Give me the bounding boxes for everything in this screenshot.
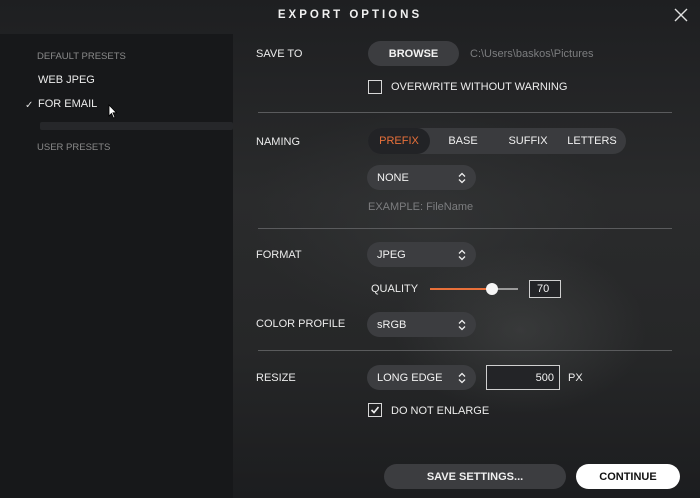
mouse-cursor-icon (108, 104, 118, 122)
browse-button[interactable]: BROWSE (368, 41, 459, 66)
resize-label: RESIZE (256, 372, 296, 384)
updown-chevron-icon (458, 372, 466, 383)
divider (258, 228, 672, 229)
save-settings-button[interactable]: SAVE SETTINGS... (384, 464, 566, 489)
naming-segmented-control: PREFIX BASE SUFFIX LETTERS (368, 128, 626, 154)
quality-label: QUALITY (371, 283, 419, 295)
continue-button[interactable]: CONTINUE (576, 464, 680, 489)
tab-suffix[interactable]: SUFFIX (496, 128, 560, 154)
overwrite-checkbox[interactable] (368, 80, 382, 94)
quality-slider-thumb[interactable] (485, 283, 498, 295)
tab-prefix[interactable]: PREFIX (368, 128, 430, 154)
naming-select[interactable]: NONE (367, 165, 476, 190)
updown-chevron-icon (458, 319, 466, 330)
resize-mode-value: LONG EDGE (377, 371, 443, 384)
do-not-enlarge-checkbox[interactable] (368, 403, 382, 417)
format-select[interactable]: JPEG (367, 242, 476, 267)
quality-input-value: 70 (537, 283, 550, 295)
naming-example: EXAMPLE: FileName (368, 201, 474, 213)
dialog-title: EXPORT OPTIONS (277, 9, 423, 21)
color-profile-select[interactable]: sRGB (367, 312, 476, 337)
overwrite-label: OVERWRITE WITHOUT WARNING (391, 81, 568, 93)
default-presets-heading: DEFAULT PRESETS (37, 51, 126, 62)
divider (258, 112, 672, 113)
selected-check-icon: ✓ (25, 100, 34, 111)
save-path: C:\Users\baskos\Pictures (470, 48, 594, 60)
preset-web-jpeg[interactable]: WEB JPEG (38, 74, 95, 86)
save-to-label: SAVE TO (256, 48, 303, 60)
resize-mode-select[interactable]: LONG EDGE (367, 365, 476, 390)
resize-unit: PX (568, 372, 583, 384)
tab-base[interactable]: BASE (430, 128, 496, 154)
user-presets-heading: USER PRESETS (37, 142, 111, 153)
naming-select-value: NONE (377, 171, 409, 184)
quality-slider-fill (430, 288, 492, 290)
resize-value: 500 (535, 371, 554, 384)
color-profile-select-value: sRGB (377, 318, 407, 331)
close-icon[interactable] (672, 6, 690, 24)
tab-letters[interactable]: LETTERS (560, 128, 624, 154)
checkmark-icon (370, 406, 380, 414)
color-profile-label: COLOR PROFILE (256, 318, 346, 330)
resize-value-input[interactable]: 500 (486, 365, 560, 390)
divider (258, 350, 672, 351)
sidebar-scrollbar[interactable] (40, 122, 233, 130)
updown-chevron-icon (458, 249, 466, 260)
format-label: FORMAT (256, 249, 302, 261)
do-not-enlarge-label: DO NOT ENLARGE (391, 405, 490, 417)
updown-chevron-icon (458, 172, 466, 183)
quality-slider[interactable] (430, 283, 518, 295)
naming-label: NAMING (256, 136, 300, 148)
quality-input[interactable]: 70 (529, 280, 561, 298)
format-select-value: JPEG (377, 248, 406, 261)
preset-for-email[interactable]: FOR EMAIL (38, 98, 97, 110)
